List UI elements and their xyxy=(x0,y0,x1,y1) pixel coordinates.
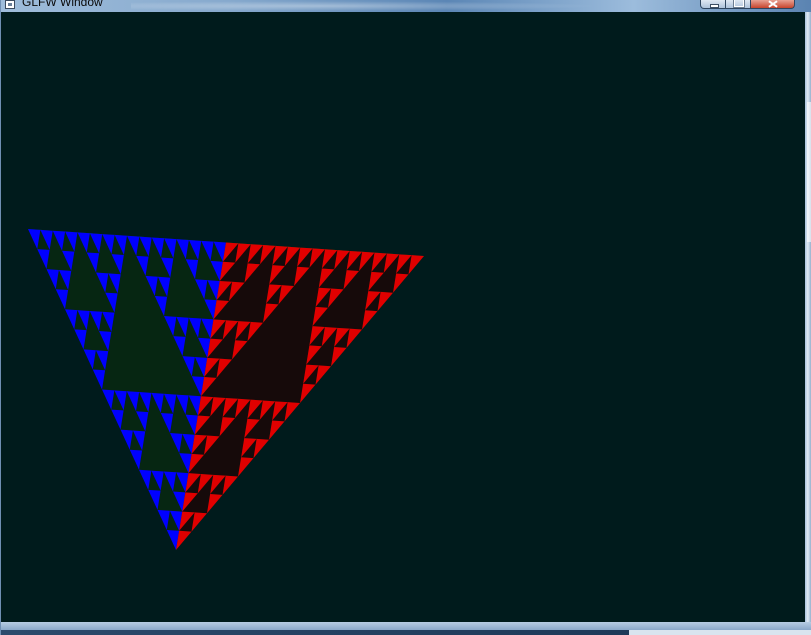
opengl-viewport[interactable] xyxy=(1,12,805,622)
app-window-icon[interactable] xyxy=(5,0,15,9)
window-bottom-border[interactable] xyxy=(1,622,811,630)
window-title: GLFW Window xyxy=(22,0,103,9)
glfw-window: GLFW Window xyxy=(0,0,811,635)
title-bar[interactable]: GLFW Window xyxy=(1,0,811,12)
minimize-button[interactable] xyxy=(700,0,726,9)
window-right-border[interactable] xyxy=(805,12,811,624)
maximize-button[interactable] xyxy=(726,0,751,9)
sierpinski-tetrahedron xyxy=(28,229,424,550)
taskbar-strip xyxy=(1,630,811,635)
close-button[interactable] xyxy=(751,0,795,9)
